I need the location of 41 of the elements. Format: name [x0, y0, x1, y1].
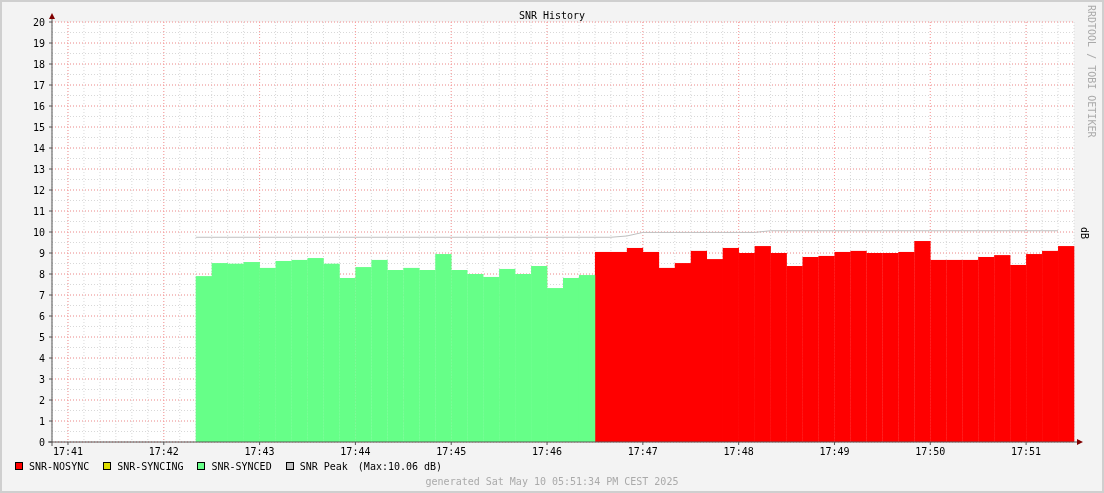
legend-label: SNR Peak [299, 459, 348, 474]
y-tick-label: 19 [32, 38, 45, 49]
x-tick-label: 17:44 [340, 446, 371, 457]
y-tick-label: 16 [32, 101, 45, 112]
chart-title: SNR History [518, 10, 586, 21]
y-tick-label: 9 [38, 248, 45, 259]
y-tick-label: 4 [38, 353, 45, 364]
x-tick-label: 17:51 [1011, 446, 1042, 457]
x-tick-label: 17:45 [436, 446, 467, 457]
y-tick-label: 12 [32, 185, 45, 196]
legend-label: SNR-SYNCED [211, 459, 272, 474]
x-tick-label: 17:49 [819, 446, 850, 457]
x-tick-label: 17:46 [532, 446, 563, 457]
y-tick-label: 7 [38, 290, 45, 301]
y-tick-label: 5 [38, 332, 45, 343]
y-tick-label: 10 [32, 227, 45, 238]
y-tick-label: 11 [32, 206, 45, 217]
y-tick-label: 3 [38, 374, 45, 385]
y-tick-label: 0 [38, 437, 45, 448]
y-tick-label: 15 [32, 122, 45, 133]
y-axis-label: dB [1079, 227, 1090, 240]
x-tick-label: 17:41 [52, 446, 83, 457]
y-tick-label: 8 [38, 269, 45, 280]
y-tick-label: 17 [32, 80, 45, 91]
y-tick-label: 20 [32, 17, 45, 28]
y-tick-label: 14 [32, 143, 45, 154]
x-tick-label: 17:42 [148, 446, 179, 457]
y-tick-label: 2 [38, 395, 45, 406]
x-tick-label: 17:50 [915, 446, 946, 457]
y-tick-label: 13 [32, 164, 45, 175]
x-tick-label: 17:47 [627, 446, 658, 457]
legend-note: (Max:10.06 dB) [357, 459, 443, 474]
x-tick-label: 17:43 [244, 446, 275, 457]
credit-text: RRDTOOL / TOBI OETIKER [1086, 5, 1097, 138]
y-tick-label: 6 [38, 311, 45, 322]
x-tick-label: 17:48 [723, 446, 754, 457]
legend-label: SNR-NOSYNC [29, 459, 90, 474]
legend-label: SNR-SYNCING [117, 459, 184, 474]
generated-timestamp: generated Sat May 10 05:51:34 PM CEST 2025 [425, 475, 679, 488]
y-tick-label: 1 [38, 416, 45, 427]
y-tick-label: 18 [32, 59, 45, 70]
